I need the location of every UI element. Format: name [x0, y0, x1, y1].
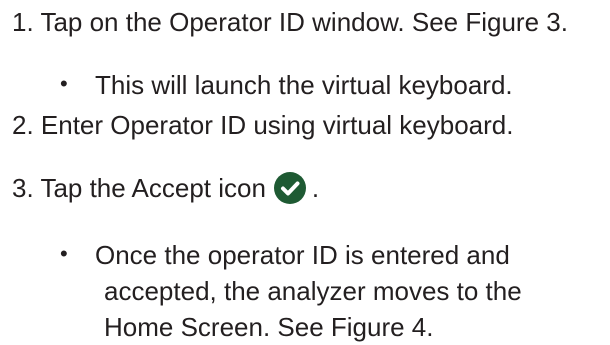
step-1: 1. Tap on the Operator ID window. See Fi…: [12, 7, 568, 37]
step-1-note: This will launch the virtual keyboard.: [95, 70, 513, 100]
step-3-note-line-1: Once the operator ID is entered and: [95, 240, 510, 270]
step-3-note-line-2: accepted, the analyzer moves to the: [104, 276, 522, 306]
check-circle-icon: [273, 172, 306, 204]
step-3-note-line-3: Home Screen. See Figure 4.: [104, 312, 434, 342]
bullet-marker: •: [60, 241, 68, 266]
step-3-text: 3. Tap the Accept icon: [12, 173, 266, 203]
step-3-period: .: [311, 173, 320, 203]
bullet-marker: •: [60, 71, 68, 96]
check-circle-fill: [273, 172, 306, 204]
step-3: 3. Tap the Accept icon .: [12, 172, 319, 204]
step-2: 2. Enter Operator ID using virtual keybo…: [12, 110, 514, 140]
